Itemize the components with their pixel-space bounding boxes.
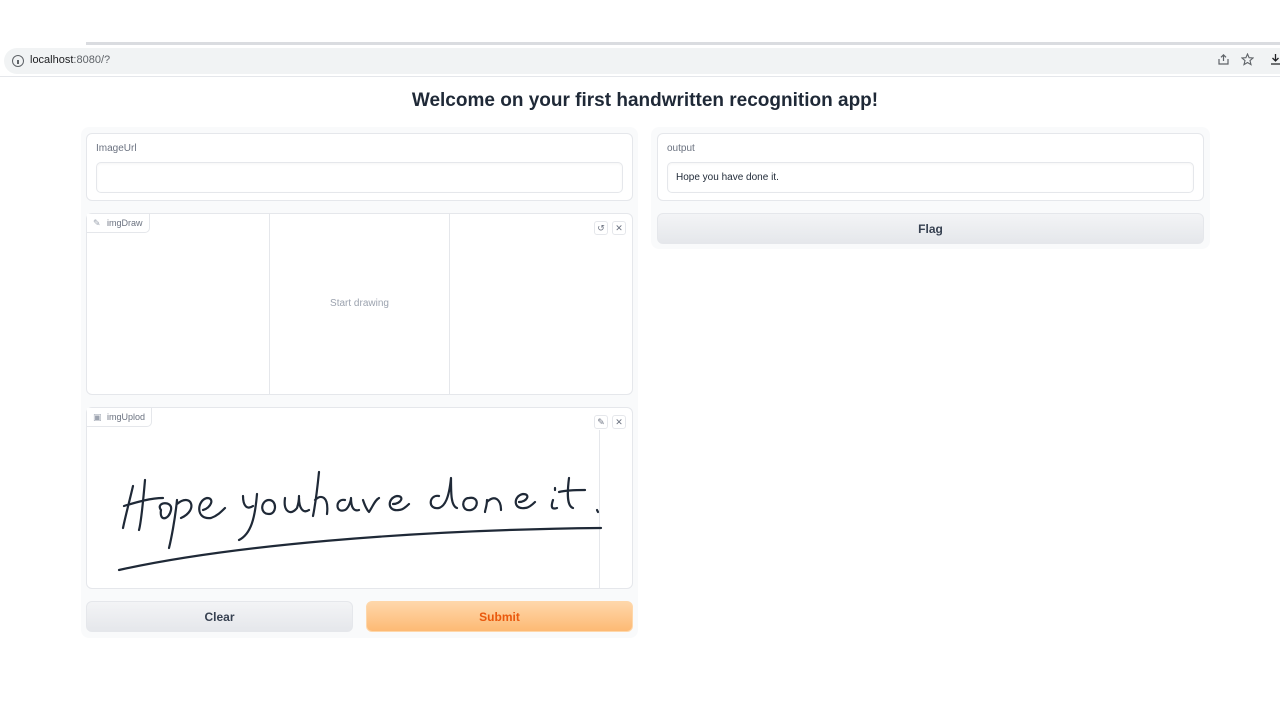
browser-tab-strip — [0, 0, 1280, 46]
flag-button[interactable]: Flag — [657, 213, 1204, 244]
tab-strip-divider — [86, 42, 1280, 45]
url-text[interactable]: localhost:8080/? — [30, 54, 110, 66]
star-icon[interactable] — [1240, 52, 1254, 67]
img-draw-tag: ✎ imgDraw — [87, 214, 150, 233]
image-url-input[interactable] — [96, 162, 623, 193]
handwriting-image[interactable] — [107, 448, 607, 578]
img-draw-label: imgDraw — [107, 218, 143, 228]
url-host: localhost — [30, 54, 74, 66]
image-url-label: ImageUrl — [96, 143, 137, 154]
output-label: output — [667, 143, 695, 154]
clear-canvas-button[interactable]: ✕ — [612, 221, 626, 235]
clear-button[interactable]: Clear — [86, 601, 353, 632]
img-draw-block: ✎ imgDraw ↺ ✕ Start drawing — [86, 213, 633, 395]
image-icon: ▣ — [93, 412, 102, 422]
edit-image-button[interactable]: ✎ — [594, 415, 608, 429]
undo-button[interactable]: ↺ — [594, 221, 608, 235]
address-bar[interactable] — [4, 48, 1280, 74]
info-icon[interactable] — [12, 55, 24, 67]
pencil-icon: ✎ — [93, 218, 101, 228]
img-upload-tag: ▣ imgUplod — [87, 408, 153, 427]
sketch-canvas-placeholder[interactable]: Start drawing — [269, 298, 450, 309]
chrome-divider — [0, 76, 1280, 77]
share-icon[interactable] — [1216, 53, 1230, 67]
output-block: output Hope you have done it. — [657, 133, 1204, 201]
image-url-block: ImageUrl — [86, 133, 633, 201]
submit-button[interactable]: Submit — [366, 601, 633, 632]
url-path: :8080/? — [73, 54, 111, 66]
output-textbox[interactable]: Hope you have done it. — [667, 162, 1194, 193]
download-icon[interactable] — [1268, 53, 1280, 67]
remove-image-button[interactable]: ✕ — [612, 415, 626, 429]
img-upload-block: ▣ imgUplod ✎ ✕ — [86, 407, 633, 589]
img-upload-label: imgUplod — [107, 412, 146, 422]
page-title: Welcome on your first handwritten recogn… — [411, 90, 879, 111]
